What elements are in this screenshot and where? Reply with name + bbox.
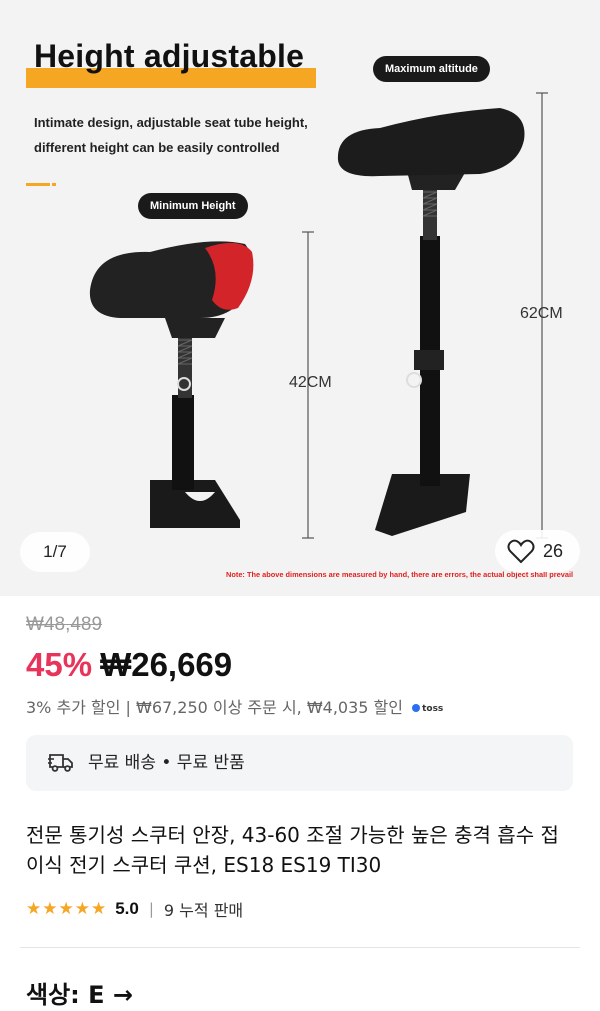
min-height-measure: 42CM [289, 374, 332, 391]
heart-icon [507, 539, 535, 564]
truck-icon [48, 754, 73, 772]
product-image-gallery[interactable]: Height adjustable Intimate design, adjus… [0, 0, 600, 596]
extra-discount-text: 3% 추가 할인 | ₩67,250 이상 주문 시, ₩4,035 할인 [26, 698, 403, 717]
price-row: 45% ₩26,669 [26, 646, 232, 684]
rating-row[interactable]: ★★★★★ 5.0 | 9 누적 판매 [26, 896, 243, 922]
rating-separator: | [148, 900, 154, 918]
toss-pay-badge: toss [412, 703, 444, 714]
toss-label: toss [422, 703, 444, 714]
extra-discount-info: 3% 추가 할인 | ₩67,250 이상 주문 시, ₩4,035 할인 to… [26, 694, 443, 718]
sold-count: 9 누적 판매 [163, 901, 244, 920]
discount-percent: 45% [26, 646, 93, 683]
wishlist-button[interactable]: 26 [495, 530, 580, 572]
seat-maximum [337, 108, 525, 536]
rating-score: 5.0 [115, 899, 139, 918]
star-rating-icon: ★★★★★ [26, 899, 108, 919]
color-option-selector[interactable]: 색상: E → [26, 975, 133, 1010]
max-height-measure: 62CM [520, 305, 563, 322]
section-divider [20, 947, 580, 948]
maximum-altitude-label: Maximum altitude [373, 56, 490, 82]
shipping-info-box[interactable]: 무료 배송 • 무료 반품 [26, 735, 573, 791]
product-title: 전문 통기성 스쿠터 안장, 43-60 조절 가능한 높은 충격 흡수 접이식… [26, 823, 559, 877]
image-counter: 1/7 [20, 532, 90, 572]
toss-logo-icon [412, 703, 421, 712]
shipping-text: 무료 배송 • 무료 반품 [88, 753, 245, 773]
seat-minimum [89, 241, 254, 528]
original-price: ₩48,489 [26, 614, 103, 635]
current-price: ₩26,669 [100, 646, 233, 683]
scooter-seat-illustration [89, 92, 548, 539]
minimum-height-label: Minimum Height [138, 193, 248, 219]
like-count: 26 [543, 541, 564, 561]
